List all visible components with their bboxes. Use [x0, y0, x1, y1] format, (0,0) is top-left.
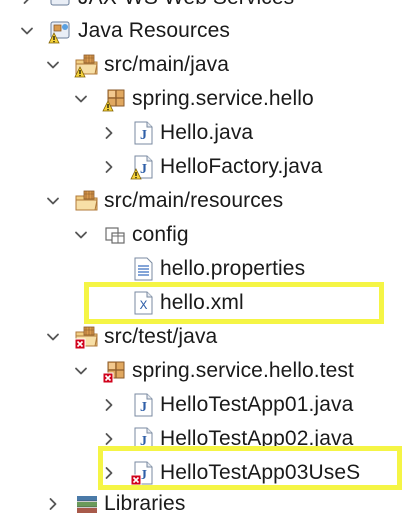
tree-item-label: spring.service.hello [132, 87, 314, 110]
tree-item-label: JAX-WS Web Services [78, 0, 294, 15]
error-icon [102, 372, 114, 384]
tree-item-label: src/main/java [104, 53, 230, 76]
chevron-down-icon[interactable] [74, 364, 88, 378]
error-icon [74, 338, 86, 350]
chevron-right-icon[interactable] [102, 432, 116, 446]
tree-item-label: hello.xml [160, 291, 244, 314]
java-file-icon [130, 392, 156, 418]
tree-row-hello-xml[interactable]: hello.xml [0, 286, 404, 320]
libraries-icon [74, 491, 100, 517]
tree-row-hellotestapp02-java[interactable]: HelloTestApp02.java [0, 422, 404, 456]
tree-row-spring-service-hello-test[interactable]: spring.service.hello.test [0, 354, 404, 388]
properties-file-icon [130, 256, 156, 282]
tree-item-label: Java Resources [78, 19, 230, 42]
source-folder-icon [74, 188, 100, 214]
package-icon [102, 358, 128, 384]
tree-row-hellofactory-java[interactable]: HelloFactory.java [0, 150, 404, 184]
chevron-right-icon[interactable] [102, 126, 116, 140]
java-resources-icon [48, 18, 74, 44]
chevron-down-icon[interactable] [74, 228, 88, 242]
tree-row-java-resources[interactable]: Java Resources [0, 14, 404, 48]
tree-item-label: HelloTestApp01.java [160, 393, 354, 416]
source-folder-icon [74, 52, 100, 78]
java-file-icon [130, 460, 156, 486]
source-folder-icon [74, 324, 100, 350]
chevron-down-icon[interactable] [46, 194, 60, 208]
tree-row-hellotestapp03[interactable]: HelloTestApp03UseS [0, 456, 404, 490]
tree-row-hellotestapp01-java[interactable]: HelloTestApp01.java [0, 388, 404, 422]
tree-row-libraries[interactable]: Libraries [0, 487, 404, 521]
package-icon [102, 86, 128, 112]
tree-row-config[interactable]: config [0, 218, 404, 252]
tree-item-label: HelloTestApp02.java [160, 427, 354, 450]
warning-icon [74, 66, 86, 78]
tree-item-label: src/main/resources [104, 189, 284, 212]
warning-icon [130, 168, 142, 180]
chevron-right-icon[interactable] [46, 497, 60, 511]
tree-row-hello-java[interactable]: Hello.java [0, 116, 404, 150]
chevron-right-icon[interactable] [102, 160, 116, 174]
error-icon [130, 474, 142, 486]
chevron-right-icon[interactable] [102, 466, 116, 480]
tree-item-label: config [132, 223, 189, 246]
tree-item-label: src/test/java [104, 325, 218, 348]
warning-icon [102, 100, 114, 112]
tree-row-jax-ws[interactable]: JAX-WS Web Services [0, 0, 404, 15]
tree-item-label: Libraries [104, 492, 186, 515]
chevron-right-icon[interactable] [102, 398, 116, 412]
tree-row-hello-properties[interactable]: hello.properties [0, 252, 404, 286]
tree-item-label: spring.service.hello.test [132, 359, 354, 382]
chevron-down-icon[interactable] [20, 24, 34, 38]
tree-item-label: HelloTestApp03UseS [160, 461, 361, 484]
java-file-icon [130, 426, 156, 452]
java-file-icon [130, 120, 156, 146]
xml-file-icon [130, 290, 156, 316]
tree-item-label: Hello.java [160, 121, 254, 144]
warning-icon [48, 32, 60, 44]
tree-row-src-main-java[interactable]: src/main/java [0, 48, 404, 82]
jaxws-icon [48, 0, 74, 11]
tree-row-spring-service-hello[interactable]: spring.service.hello [0, 82, 404, 116]
tree-row-src-test-java[interactable]: src/test/java [0, 320, 404, 354]
tree-item-label: HelloFactory.java [160, 155, 323, 178]
chevron-right-icon[interactable] [20, 0, 34, 5]
java-file-icon [130, 154, 156, 180]
folder-icon [102, 222, 128, 248]
chevron-down-icon[interactable] [46, 58, 60, 72]
chevron-down-icon[interactable] [46, 330, 60, 344]
tree-row-src-main-resources[interactable]: src/main/resources [0, 184, 404, 218]
tree-item-label: hello.properties [160, 257, 306, 280]
chevron-down-icon[interactable] [74, 92, 88, 106]
